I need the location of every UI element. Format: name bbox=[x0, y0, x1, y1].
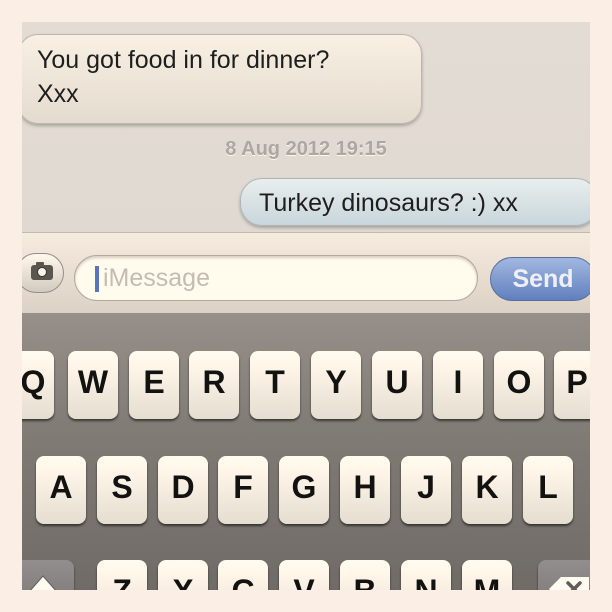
camera-button[interactable] bbox=[22, 253, 64, 293]
key-n[interactable]: N bbox=[401, 560, 451, 590]
shift-arrow-icon bbox=[30, 575, 56, 590]
key-u[interactable]: U bbox=[372, 351, 422, 419]
message-input-bar: iMessage Send bbox=[22, 232, 590, 314]
outgoing-message-bubble[interactable]: Turkey dinosaurs? :) xx bbox=[240, 178, 590, 226]
key-z[interactable]: Z bbox=[97, 560, 147, 590]
backspace-icon bbox=[549, 577, 589, 590]
key-l[interactable]: L bbox=[523, 456, 573, 524]
screenshot-frame: You got food in for dinner? Xxx 8 Aug 20… bbox=[22, 22, 590, 590]
outgoing-message-text: Turkey dinosaurs? :) xx bbox=[259, 189, 518, 217]
incoming-message-line: Xxx bbox=[37, 80, 79, 108]
text-cursor bbox=[95, 266, 99, 292]
incoming-message-bubble[interactable]: You got food in for dinner? Xxx bbox=[22, 34, 422, 124]
key-q[interactable]: Q bbox=[22, 351, 54, 419]
shift-key[interactable] bbox=[22, 560, 74, 590]
key-f[interactable]: F bbox=[218, 456, 268, 524]
key-r[interactable]: R bbox=[189, 351, 239, 419]
key-x[interactable]: X bbox=[158, 560, 208, 590]
key-e[interactable]: E bbox=[129, 351, 179, 419]
key-o[interactable]: O bbox=[494, 351, 544, 419]
camera-icon-lens bbox=[37, 267, 47, 277]
key-h[interactable]: H bbox=[340, 456, 390, 524]
key-c[interactable]: C bbox=[218, 560, 268, 590]
message-timestamp: 8 Aug 2012 19:15 bbox=[225, 138, 387, 160]
message-input[interactable]: iMessage bbox=[74, 255, 478, 301]
key-a[interactable]: A bbox=[36, 456, 86, 524]
key-m[interactable]: M bbox=[462, 560, 512, 590]
key-k[interactable]: K bbox=[462, 456, 512, 524]
key-g[interactable]: G bbox=[279, 456, 329, 524]
key-y[interactable]: Y bbox=[311, 351, 361, 419]
conversation-view[interactable]: You got food in for dinner? Xxx 8 Aug 20… bbox=[22, 22, 590, 232]
key-i[interactable]: I bbox=[433, 351, 483, 419]
delete-key[interactable] bbox=[538, 560, 590, 590]
key-j[interactable]: J bbox=[401, 456, 451, 524]
keyboard: Q W E R T Y U I O P A S D F G H J K L Z … bbox=[22, 313, 590, 590]
key-v[interactable]: V bbox=[279, 560, 329, 590]
incoming-message-line: You got food in for dinner? bbox=[37, 46, 330, 74]
key-d[interactable]: D bbox=[158, 456, 208, 524]
key-w[interactable]: W bbox=[68, 351, 118, 419]
key-t[interactable]: T bbox=[250, 351, 300, 419]
key-p[interactable]: P bbox=[554, 351, 590, 419]
send-button[interactable]: Send bbox=[490, 257, 590, 301]
key-b[interactable]: B bbox=[340, 560, 390, 590]
key-s[interactable]: S bbox=[97, 456, 147, 524]
message-input-placeholder: iMessage bbox=[103, 264, 210, 292]
